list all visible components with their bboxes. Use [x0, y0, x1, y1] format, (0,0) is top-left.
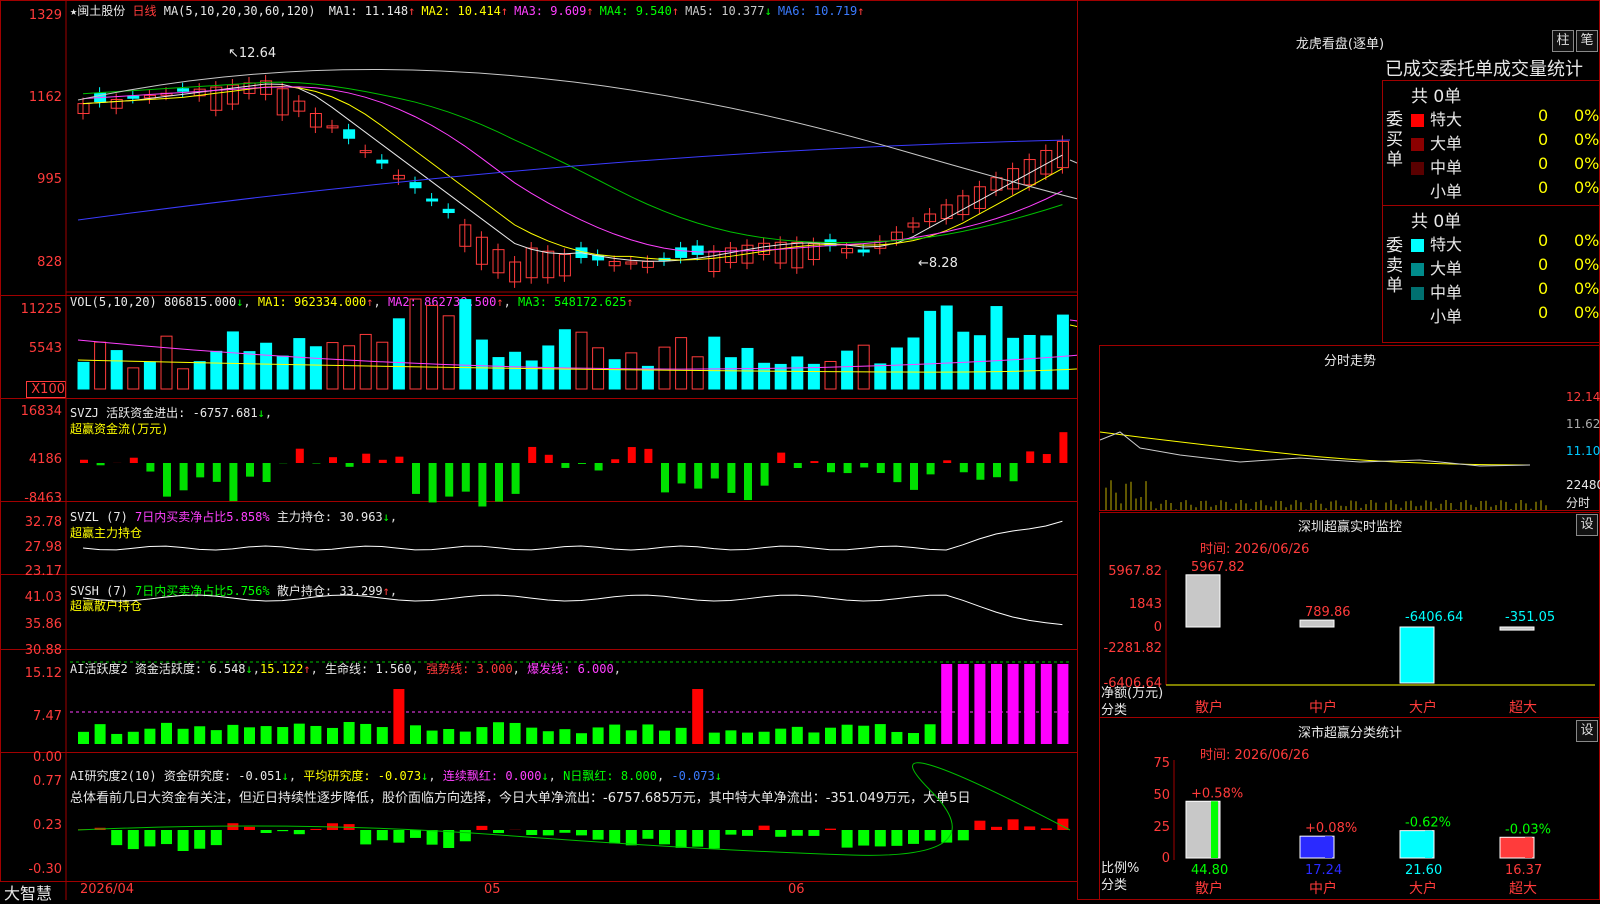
- classify-value: 21.60: [1405, 863, 1442, 878]
- monitor-category: 大户: [1409, 699, 1437, 716]
- classify-y-tick: 75: [1153, 756, 1170, 771]
- classify-change: -0.62%: [1405, 816, 1451, 831]
- classify-change: -0.03%: [1505, 822, 1551, 837]
- monitor-bar: [1186, 575, 1220, 627]
- classify-value: 16.37: [1505, 863, 1542, 878]
- monitor-bar-label: 5967.82: [1191, 560, 1245, 575]
- intraday-price-line: [1100, 432, 1530, 466]
- monitor-category: 超大: [1509, 700, 1537, 716]
- classify-change: +0.08%: [1305, 821, 1357, 836]
- classify-y-tick: 25: [1153, 820, 1170, 835]
- monitor-y-tick: -2281.82: [1104, 641, 1162, 656]
- classify-bar-accent: [1325, 836, 1332, 858]
- monitor-bar-label: -6406.64: [1405, 610, 1463, 625]
- classify-bar-accent: [1525, 837, 1532, 858]
- classify-y-tick: 0: [1162, 851, 1170, 866]
- monitor-category: 散户: [1195, 699, 1223, 716]
- classify-category: 中户: [1309, 880, 1337, 897]
- monitor-y-tick: 1843: [1129, 597, 1162, 612]
- monitor-bar: [1400, 627, 1434, 683]
- monitor-bar-label: 789.86: [1305, 605, 1351, 620]
- monitor-y-tick: -6406.64: [1104, 676, 1162, 691]
- monitor-y-tick: 0: [1154, 620, 1162, 635]
- classify-y-tick: 50: [1153, 788, 1170, 803]
- classify-bar-accent: [1211, 801, 1218, 858]
- classify-value: 44.80: [1191, 863, 1228, 878]
- classify-change: +0.58%: [1191, 786, 1243, 801]
- monitor-y-tick: 5967.82: [1108, 564, 1162, 579]
- intraday-avg-line: [1100, 432, 1530, 465]
- classify-value: 17.24: [1305, 863, 1342, 878]
- classify-bar-accent: [1425, 831, 1432, 858]
- classify-category: 散户: [1195, 880, 1223, 897]
- classify-category: 超大: [1509, 881, 1537, 897]
- right-charts-canvas: 5967.82 1843 0 -2281.82 -6406.64 5967.82 散户 789…: [0, 0, 1600, 900]
- monitor-bar-label: -351.05: [1505, 610, 1555, 625]
- monitor-category: 中户: [1309, 699, 1337, 716]
- monitor-bar: [1500, 627, 1534, 630]
- classify-category: 大户: [1409, 880, 1437, 897]
- monitor-bar: [1300, 620, 1334, 627]
